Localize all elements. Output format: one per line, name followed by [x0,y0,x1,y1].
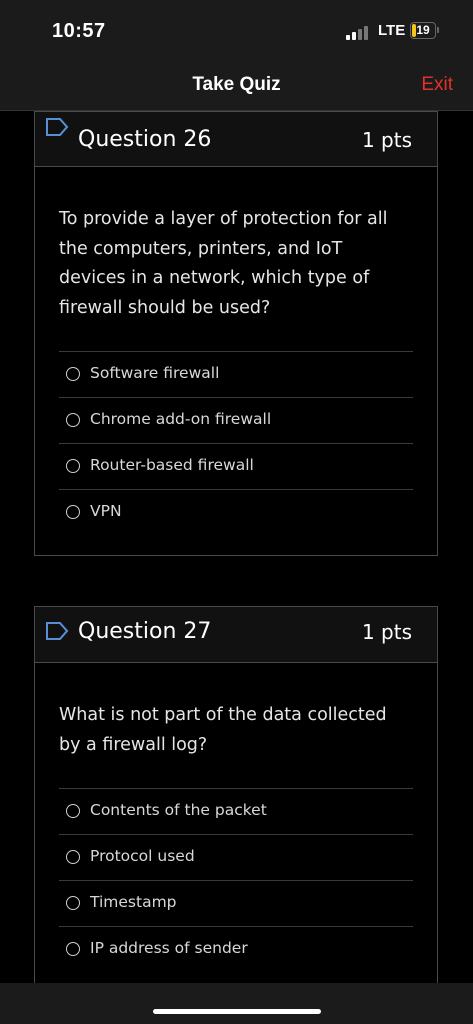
question-text: What is not part of the data collected b… [59,705,387,755]
question-points: 1 pts [361,620,412,644]
radio-button[interactable] [66,942,80,956]
radio-button[interactable] [66,367,80,381]
answer-label: Software firewall [90,364,220,382]
network-type: LTE [378,22,406,39]
radio-button[interactable] [66,850,80,864]
home-bar [0,983,473,1024]
page-title: Take Quiz [192,74,281,95]
answer-label: Contents of the packet [90,801,267,819]
question-title: Question 26 [78,127,212,152]
question-header: Question 27 1 pts [35,607,437,663]
flag-outline-icon[interactable] [45,621,69,641]
quiz-content[interactable]: Question 26 1 pts To provide a layer of … [0,111,473,983]
answer-option[interactable]: Timestamp [59,880,413,926]
answer-option[interactable]: Contents of the packet [59,788,413,834]
answer-option[interactable]: Protocol used [59,834,413,880]
answer-label: Protocol used [90,847,195,865]
radio-button[interactable] [66,505,80,519]
signal-strength-icon [346,26,370,40]
answer-list: Contents of the packet Protocol used Tim… [59,788,413,972]
answer-option[interactable]: Router-based firewall [59,443,413,489]
radio-button[interactable] [66,413,80,427]
battery-icon: 19 [410,22,436,39]
status-bar: 10:57 LTE 19 [0,0,473,62]
answer-label: VPN [90,502,122,520]
answer-option[interactable]: IP address of sender [59,926,413,972]
battery-level: 19 [416,23,430,37]
answer-option[interactable]: Chrome add-on firewall [59,397,413,443]
answer-label: Router-based firewall [90,456,254,474]
exit-button[interactable]: Exit [421,74,453,96]
home-indicator[interactable] [153,1009,321,1014]
status-time: 10:57 [52,20,106,42]
question-text: To provide a layer of protection for all… [59,209,388,318]
nav-bar: Take Quiz Exit [0,62,473,111]
answer-label: IP address of sender [90,939,248,957]
question-header: Question 26 1 pts [35,112,437,167]
answer-label: Chrome add-on firewall [90,410,272,428]
answer-option[interactable]: VPN [59,489,413,535]
radio-button[interactable] [66,804,80,818]
question-title: Question 27 [78,619,212,644]
question-card: Question 27 1 pts What is not part of th… [34,606,438,983]
question-points: 1 pts [361,128,412,152]
answer-option[interactable]: Software firewall [59,351,413,397]
question-card: Question 26 1 pts To provide a layer of … [34,111,438,556]
flag-outline-icon[interactable] [45,117,69,137]
answer-list: Software firewall Chrome add-on firewall… [59,351,413,535]
radio-button[interactable] [66,459,80,473]
answer-label: Timestamp [90,893,177,911]
radio-button[interactable] [66,896,80,910]
